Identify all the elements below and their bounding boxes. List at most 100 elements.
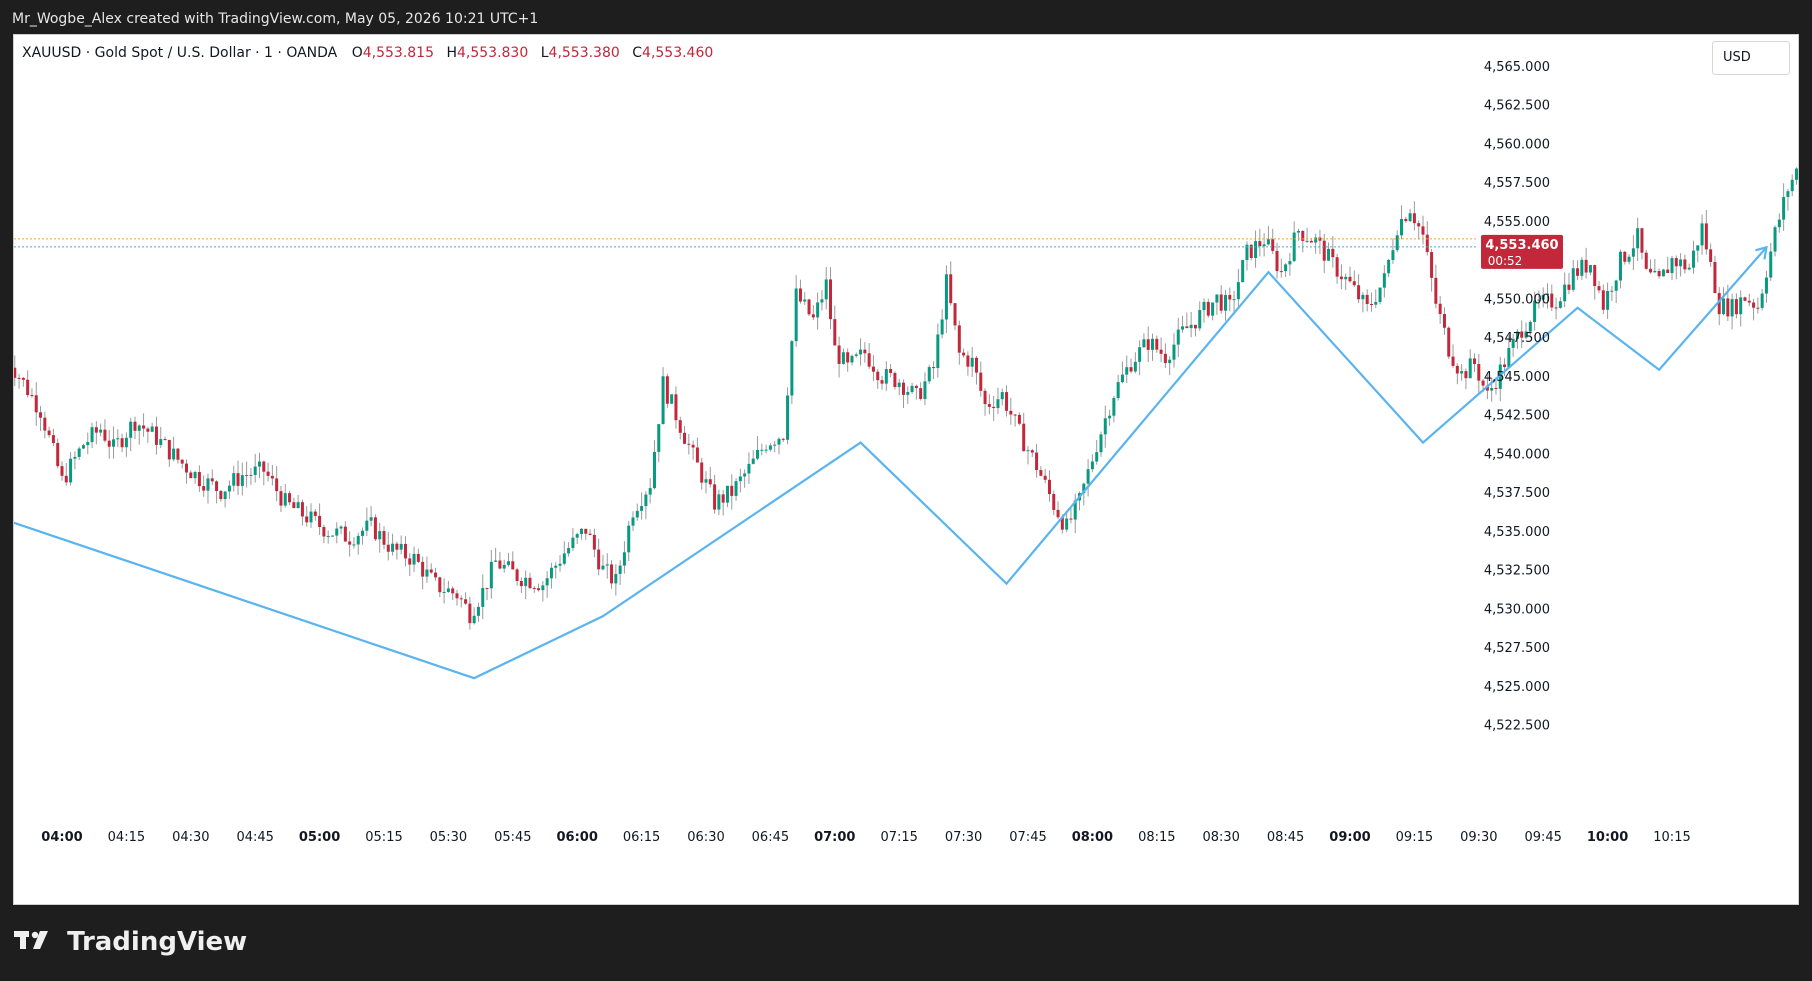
candle	[476, 602, 480, 622]
candle-body-up	[631, 517, 635, 526]
candle-body-up	[1133, 361, 1137, 372]
candle	[876, 368, 880, 389]
candle	[1236, 268, 1240, 308]
candle	[1301, 230, 1305, 253]
candle-body-down	[279, 491, 283, 506]
candle	[1786, 188, 1790, 211]
candle	[936, 323, 940, 378]
chart-panel[interactable]: 4,522.500 4,525.000 4,527.500 4,530.000 4,53…	[13, 34, 1799, 905]
candle-body-up	[1344, 276, 1348, 280]
candle	[240, 462, 244, 496]
candle	[223, 491, 227, 508]
candle	[1700, 214, 1704, 255]
candle	[77, 446, 81, 461]
x-tick-label: 07:15	[880, 830, 917, 845]
candle	[1314, 233, 1318, 254]
candle-body-up	[545, 578, 549, 586]
candle-body-down	[103, 429, 107, 441]
candle-body-down	[1047, 479, 1051, 495]
candle-body-up	[618, 565, 622, 574]
candle	[798, 279, 802, 304]
candle-body-up	[1468, 358, 1472, 379]
candle	[1327, 242, 1331, 261]
candle	[26, 370, 30, 398]
candle	[1404, 216, 1408, 223]
candle	[1455, 362, 1459, 385]
candle-body-up	[1400, 218, 1404, 236]
candle	[1704, 210, 1708, 255]
candle-body-up	[567, 548, 571, 554]
candle	[584, 528, 588, 541]
candle-body-up	[1773, 227, 1777, 252]
candle	[60, 461, 64, 481]
candle	[992, 396, 996, 421]
close-value: 4,553.460	[642, 45, 714, 61]
candle-body-up	[1181, 326, 1185, 330]
candle	[880, 375, 884, 390]
candle-body-up	[1202, 301, 1206, 311]
candle	[1421, 215, 1425, 245]
candle	[558, 555, 562, 572]
currency-button[interactable]: USD	[1712, 41, 1790, 75]
price-chart[interactable]: 4,522.500 4,525.000 4,527.500 4,530.000 4,53…	[14, 35, 1799, 905]
candle	[644, 491, 648, 520]
candle-body-up	[794, 288, 798, 342]
candle	[1035, 443, 1039, 478]
candle	[412, 546, 416, 572]
candle	[129, 417, 133, 452]
candle	[794, 275, 798, 347]
candle-body-up	[1112, 398, 1116, 416]
x-tick-label: 06:30	[687, 830, 724, 845]
candle-body-up	[1670, 258, 1674, 274]
candle	[777, 437, 781, 455]
candle	[1361, 292, 1365, 313]
candle-body-up	[81, 445, 85, 449]
candle-body-down	[1017, 414, 1021, 424]
candle	[1146, 326, 1150, 363]
candle-body-down	[1146, 339, 1150, 350]
candle	[507, 552, 511, 567]
candle	[1674, 255, 1678, 280]
candle	[1163, 343, 1167, 368]
candle-body-up	[859, 349, 863, 355]
candle	[30, 388, 34, 398]
candle	[1417, 220, 1421, 240]
candle	[734, 478, 738, 501]
candle-body-up	[644, 494, 648, 507]
candle-body-down	[957, 325, 961, 353]
candle-body-down	[464, 599, 468, 604]
candle-body-up	[923, 381, 927, 399]
candle-body-up	[1661, 269, 1665, 277]
candle-body-down	[14, 367, 17, 378]
candle	[1026, 446, 1030, 465]
tradingview-brand[interactable]: TradingView	[14, 922, 247, 962]
candle-body-up	[489, 561, 493, 589]
candle-body-up	[824, 279, 828, 300]
candle-body-down	[373, 517, 377, 540]
candle-body-up	[562, 553, 566, 564]
candle-body-down	[966, 355, 970, 367]
candle-body-up	[137, 425, 141, 431]
symbol-name[interactable]: XAUUSD · Gold Spot / U.S. Dollar · 1 · O…	[22, 45, 337, 61]
candle-body-up	[648, 488, 652, 495]
candle	[1571, 260, 1575, 292]
candle	[983, 388, 987, 416]
candle-body-down	[266, 471, 270, 476]
candle-body-up	[854, 354, 858, 356]
candle	[494, 547, 498, 563]
candle-body-down	[1417, 223, 1421, 227]
candle	[206, 473, 210, 504]
candle	[464, 592, 468, 605]
candle	[133, 416, 137, 439]
candle-body-up	[249, 474, 253, 476]
candle	[665, 373, 669, 408]
candle-body-down	[1348, 276, 1352, 282]
candle-body-down	[721, 494, 725, 503]
candle-body-up	[1490, 387, 1494, 391]
candle	[416, 548, 420, 564]
x-tick-label: 06:45	[752, 830, 789, 845]
candle	[1764, 270, 1768, 303]
candle	[751, 450, 755, 465]
candle-body-down	[1022, 423, 1026, 452]
candle-body-down	[1704, 223, 1708, 250]
